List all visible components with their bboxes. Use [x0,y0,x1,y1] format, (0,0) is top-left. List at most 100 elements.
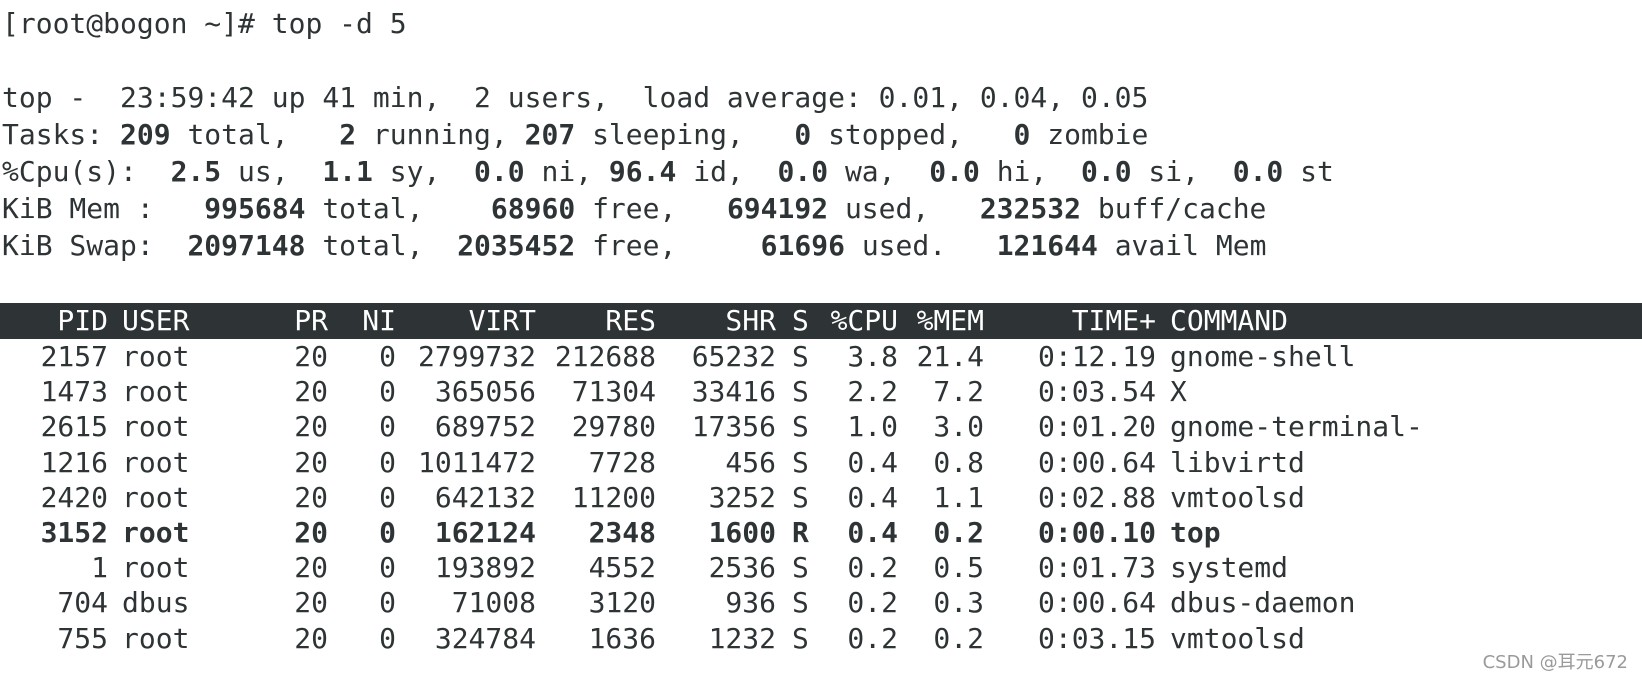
cell-state: S [792,340,809,373]
tasks-sleeping: 207 [524,118,576,151]
swap-total: 2097148 [187,229,306,262]
cell-cpu: 1.0 [847,410,898,444]
cell-user: root [122,340,190,373]
swap-label: KiB Swap: [2,229,154,262]
cell-res: 11200 [571,480,656,514]
tasks-total: 209 [120,118,171,151]
cell-command: vmtoolsd [1170,621,1305,655]
swap-used: 61696 [760,229,845,262]
mem-total: 995684 [204,192,306,225]
cell-pid: 3152 [40,516,108,549]
table-row: 755 root 20 0 324784 1636 1232 S 0.2 0.2 0:03.15 vm… [0,621,1642,657]
cell-pid: 1 [91,551,108,585]
column-header-user: USER [122,304,190,337]
cpu-iowait-label: wa, [844,155,896,188]
cell-shr: 936 [725,586,776,620]
cell-mem: 3.0 [933,410,984,444]
cpu-idle-label: id, [693,155,744,188]
shell-prompt-line: [root@bogon ~]# top -d 5 [2,6,407,42]
cell-shr: 65232 [691,340,776,373]
column-header-cpu: %CPU [830,304,898,337]
cell-mem: 0.3 [933,586,984,620]
cell-virt: 71008 [451,586,536,620]
cell-time: 0:03.15 [1037,621,1156,655]
cell-command: X [1170,375,1187,409]
tasks-total-label: total, [187,118,289,151]
cell-mem: 0.5 [933,551,984,585]
cpu-user-label: us, [238,155,289,188]
column-header-mem: %MEM [916,304,984,337]
column-header-virt: VIRT [468,304,536,337]
cell-user: root [122,480,190,514]
cell-mem: 7.2 [933,375,984,409]
prompt-user-host: [root@bogon ~]# [2,7,255,40]
cell-res: 29780 [571,410,656,444]
cell-res: 4552 [588,551,656,585]
process-table-header: PID USER PR NI VIRT RES SHR S %CPU %MEM … [0,303,1642,339]
table-row: 2615 root 20 0 689752 29780 17356 S 1.0 3.0 0:01.2… [0,409,1642,445]
table-row: 1 root 20 0 193892 4552 2536 S 0.2 0.5 0:01.73 syst… [0,550,1642,586]
load-average-label: load average: [642,81,862,114]
cell-command: gnome-shell [1170,340,1356,373]
cell-command: top [1170,516,1221,549]
current-time: 23:59:42 [120,81,255,114]
tasks-sleeping-label: sleeping, [592,118,744,151]
cpu-hardirq-label: hi, [996,155,1048,188]
cell-pr: 20 [294,586,328,620]
tasks-zombie: 0 [1013,118,1031,151]
cell-pid: 2615 [40,410,108,444]
uptime-value: 41 min, [322,81,441,114]
cell-state: S [792,410,809,444]
memory-summary-line: KiB Mem : 995684 total, 68960 free, 6941… [2,191,1266,227]
cell-time: 0:00.64 [1037,586,1156,620]
cpu-nice: 0.0 [474,155,525,188]
cell-user: root [122,375,190,409]
cell-state: S [792,551,809,585]
load-average-15: 0.05 [1080,81,1149,114]
users-label: users, [507,81,609,114]
mem-total-label: total, [322,192,424,225]
cpu-nice-label: ni, [541,155,593,188]
column-header-res: RES [605,304,656,337]
table-row: 1473 root 20 0 365056 71304 33416 S 2.2 7.2 0:03.5… [0,374,1642,410]
column-header-time: TIME+ [1071,304,1156,337]
cell-cpu: 0.2 [847,621,898,655]
cpu-label: %Cpu(s): [2,155,137,188]
column-header-command: COMMAND [1170,304,1289,337]
cell-time: 0:03.54 [1037,375,1156,409]
cell-ni: 0 [379,445,396,479]
cell-pid: 2420 [40,480,108,514]
cell-user: dbus [122,586,190,620]
table-row: 1216 root 20 0 1011472 7728 456 S 0.4 0.8 0:00.64 l… [0,445,1642,481]
cell-pr: 20 [294,516,328,549]
cpu-user: 2.5 [170,155,222,188]
cell-ni: 0 [379,551,396,585]
cell-user: root [122,516,190,549]
cell-virt: 689752 [434,410,536,444]
cell-ni: 0 [379,480,396,514]
cell-mem: 0.2 [933,516,984,549]
cell-virt: 365056 [434,375,536,409]
mem-used-label: used, [844,192,930,225]
cell-pr: 20 [294,551,328,585]
cell-pr: 20 [294,445,328,479]
watermark-text: CSDN @耳元672 [1482,652,1628,673]
load-average-1: 0.01, [878,81,963,114]
cpu-steal-label: st [1300,155,1334,188]
cell-virt: 162124 [434,516,536,549]
uptime-summary-line: top - 23:59:42 up 41 min, 2 users, load … [2,80,1148,116]
cell-pr: 20 [294,621,328,655]
cell-cpu: 0.4 [847,480,898,514]
users-count: 2 [474,81,491,114]
cell-mem: 21.4 [916,340,984,373]
cell-shr: 1232 [708,621,776,655]
cell-cpu: 0.2 [847,586,898,620]
cpu-system: 1.1 [322,155,373,188]
cell-pr: 20 [294,480,328,514]
cell-time: 0:01.20 [1037,410,1156,444]
cell-time: 0:00.10 [1037,516,1156,549]
tasks-label: Tasks: [2,118,104,151]
column-header-ni: NI [362,304,396,337]
cell-time: 0:02.88 [1037,480,1156,514]
cell-shr: 17356 [691,410,776,444]
